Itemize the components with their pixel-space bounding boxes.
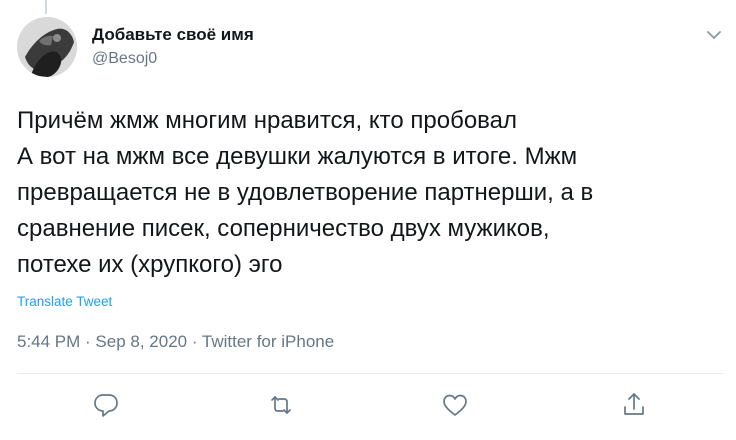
tweet-metadata: 5:44 PM · Sep 8, 2020 · Twitter for iPho… (17, 332, 335, 351)
retweet-button[interactable] (266, 390, 296, 420)
tweet-text-line: превращается не в удовлетворение партнер… (17, 179, 594, 206)
reply-icon (91, 390, 121, 420)
like-icon (440, 390, 470, 420)
tweet-text-line: А вот на мжм все девушки жалуются в итог… (17, 143, 578, 170)
like-button[interactable] (440, 390, 470, 420)
share-button[interactable] (619, 390, 649, 420)
avatar[interactable] (17, 17, 77, 77)
user-handle[interactable]: @Besoj0 (92, 50, 157, 68)
thread-connector-line (45, 0, 47, 14)
tweet-card: Добавьте своё имя @Besoj0 Причём жмж мно… (0, 0, 736, 440)
share-icon (619, 390, 649, 420)
divider (17, 373, 724, 374)
tweet-text-line: потехе их (хрупкого) эго (17, 251, 283, 278)
tweet-text-line: Причём жмж многим нравится, кто пробовал (17, 107, 518, 134)
display-name[interactable]: Добавьте своё имя (92, 25, 254, 45)
reply-button[interactable] (91, 390, 121, 420)
translate-tweet-link[interactable]: Translate Tweet (17, 294, 112, 309)
tweet-text: Причём жмж многим нравится, кто пробовал… (17, 103, 717, 283)
chevron-down-icon[interactable] (703, 26, 725, 44)
retweet-icon (266, 390, 296, 420)
tweet-text-line: сравнение писек, соперничество двух мужи… (17, 215, 550, 242)
